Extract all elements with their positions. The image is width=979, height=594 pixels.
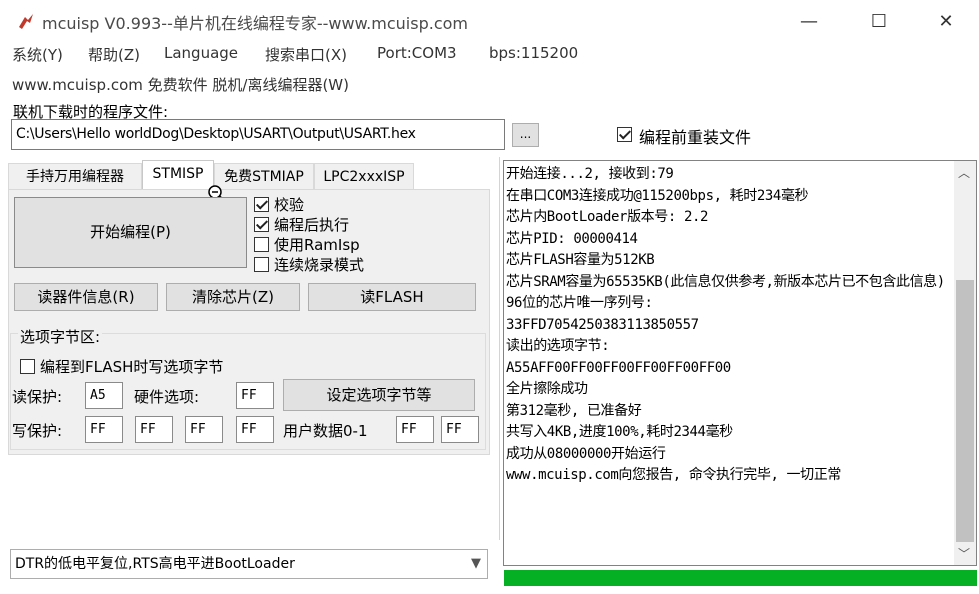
menu-help[interactable]: 帮助(Z) [88, 44, 140, 65]
menu-port[interactable]: Port:COM3 [377, 44, 457, 62]
menu-system[interactable]: 系统(Y) [12, 44, 63, 65]
erase-chip-button[interactable]: 清除芯片(Z) [166, 283, 300, 311]
user-data-input-1[interactable]: FF [441, 416, 479, 443]
user-data-label: 用户数据0-1 [283, 422, 368, 440]
reset-mode-value: DTR的低电平复位,RTS高电平进BootLoader [15, 556, 295, 572]
tab-lpc2xxxisp[interactable]: LPC2xxxISP [314, 163, 414, 189]
start-programming-button[interactable]: 开始编程(P) [14, 197, 247, 268]
app-icon [19, 14, 33, 29]
verify-label: 校验 [274, 196, 305, 214]
read-protect-label: 读保护: [12, 388, 63, 406]
file-path-input[interactable]: C:\Users\Hello worldDog\Desktop\USART\Ou… [11, 119, 505, 150]
write-protect-input-2[interactable]: FF [185, 416, 223, 443]
menu-bps[interactable]: bps:115200 [489, 44, 578, 62]
write-option-bytes-label: 编程到FLASH时写选项字节 [40, 358, 224, 376]
reload-file-label: 编程前重装文件 [639, 128, 752, 147]
browse-button[interactable]: ... [512, 123, 539, 147]
offline-programmer-link[interactable]: www.mcuisp.com 免费软件 脱机/离线编程器(W) [12, 74, 349, 95]
log-text: 开始连接...2, 接收到:79 在串口COM3连接成功@115200bps, … [506, 166, 945, 483]
scrollbar-thumb[interactable] [956, 280, 974, 542]
scroll-up-icon[interactable]: ︿ [958, 164, 970, 181]
tab-free-stmiap[interactable]: 免费STMIAP [214, 163, 314, 189]
menu-bar: 系统(Y) 帮助(Z) Language 搜索串口(X) Port:COM3 b… [0, 44, 979, 70]
set-option-bytes-button[interactable]: 设定选项字节等 [283, 379, 475, 411]
write-option-bytes-checkbox[interactable] [20, 359, 35, 374]
hw-option-label: 硬件选项: [134, 388, 200, 406]
use-ramisp-label: 使用RamIsp [274, 236, 360, 254]
maximize-button[interactable]: ☐ [856, 0, 902, 42]
menu-search-port[interactable]: 搜索串口(X) [265, 44, 347, 65]
progress-bar [504, 570, 977, 586]
title-bar: mcuisp V0.993--单片机在线编程专家--www.mcuisp.com… [0, 0, 979, 42]
tab-stmisp[interactable]: STMISP [142, 160, 214, 190]
close-button[interactable]: ✕ [923, 0, 969, 42]
use-ramisp-checkbox[interactable] [254, 237, 269, 252]
write-protect-input-3[interactable]: FF [236, 416, 274, 443]
run-after-program-checkbox[interactable] [254, 217, 269, 232]
write-protect-label: 写保护: [12, 422, 63, 440]
run-after-program-label: 编程后执行 [274, 216, 350, 234]
chevron-down-icon: ▼ [471, 556, 481, 571]
read-protect-input[interactable]: A5 [85, 382, 123, 409]
write-protect-input-1[interactable]: FF [135, 416, 173, 443]
read-flash-button[interactable]: 读FLASH [308, 283, 476, 311]
user-data-input-0[interactable]: FF [396, 416, 434, 443]
minimize-button[interactable]: — [786, 0, 832, 42]
option-bytes-group-label: 选项字节区: [18, 326, 103, 347]
menu-language[interactable]: Language [164, 44, 238, 62]
scroll-down-icon[interactable]: ﹀ [958, 545, 970, 562]
reload-file-checkbox[interactable] [617, 127, 632, 142]
read-device-info-button[interactable]: 读器件信息(R) [14, 283, 158, 311]
write-protect-input-0[interactable]: FF [85, 416, 123, 443]
reset-mode-select[interactable]: DTR的低电平复位,RTS高电平进BootLoader ▼ [10, 549, 488, 579]
tab-handheld-programmer[interactable]: 手持万用编程器 [8, 163, 142, 189]
verify-checkbox[interactable] [254, 197, 269, 212]
continuous-burn-label: 连续烧录模式 [274, 256, 365, 274]
window-title: mcuisp V0.993--单片机在线编程专家--www.mcuisp.com [42, 14, 468, 33]
hw-option-input[interactable]: FF [236, 382, 274, 409]
continuous-burn-checkbox[interactable] [254, 257, 269, 272]
